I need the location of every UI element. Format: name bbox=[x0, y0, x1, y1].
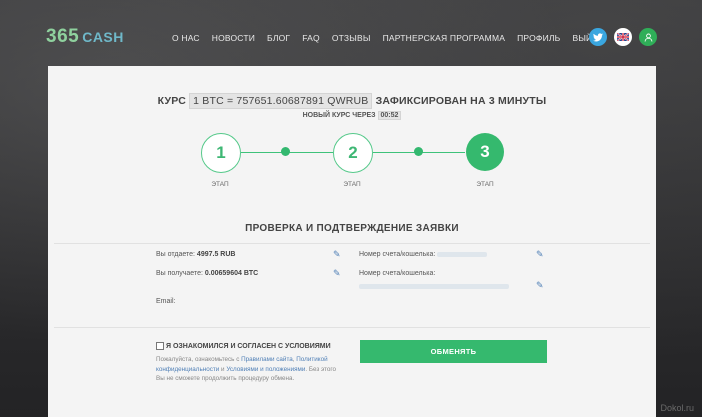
give-amount: Вы отдаете: 4997.5 RUB bbox=[156, 251, 235, 258]
note-text-1: Пожалуйста, ознакомьтесь с bbox=[156, 356, 242, 363]
nav-faq[interactable]: FAQ bbox=[302, 33, 320, 43]
account-1-redacted bbox=[437, 251, 488, 257]
uk-flag-icon[interactable] bbox=[614, 28, 632, 46]
rate-line: КУРС 1 BTC = 757651.60687891 QWRUB ЗАФИК… bbox=[48, 93, 656, 109]
logo[interactable]: 365 CASH bbox=[46, 26, 124, 48]
terms-link[interactable]: Условиями и положениями bbox=[226, 366, 305, 373]
nav-news[interactable]: НОВОСТИ bbox=[212, 33, 255, 43]
watermark: Dokol.ru bbox=[660, 403, 694, 413]
rate-prefix: КУРС bbox=[157, 95, 186, 107]
divider-bottom bbox=[54, 327, 650, 328]
email-label: Email: bbox=[156, 298, 176, 305]
step-dot-1 bbox=[281, 147, 290, 156]
give-label: Вы отдаете: bbox=[156, 251, 195, 258]
nav-reviews[interactable]: ОТЗЫВЫ bbox=[332, 33, 371, 43]
rate-timer: 00:52 bbox=[377, 111, 402, 120]
account-2-label: Номер счета/кошелька: bbox=[359, 270, 436, 277]
agree-checkbox[interactable] bbox=[156, 342, 164, 350]
email-row: Email: bbox=[156, 298, 175, 305]
new-rate-label: НОВЫЙ КУРС ЧЕРЕЗ bbox=[302, 112, 376, 119]
nav-partner-program[interactable]: ПАРТНЕРСКАЯ ПРОГРАММА bbox=[383, 33, 506, 43]
step-3-label: ЭТАП bbox=[476, 181, 494, 188]
give-value: 4997.5 RUB bbox=[196, 251, 236, 258]
new-rate-countdown: НОВЫЙ КУРС ЧЕРЕЗ 00:52 bbox=[48, 111, 656, 120]
agree-row[interactable]: Я ОЗНАКОМИЛСЯ И СОГЛАСЕН С УСЛОВИЯМИ bbox=[156, 342, 331, 350]
edit-give-pencil-icon[interactable]: ✎ bbox=[333, 249, 341, 260]
step-1-label: ЭТАП bbox=[211, 181, 229, 188]
main-nav: О НАС НОВОСТИ БЛОГ FAQ ОТЗЫВЫ ПАРТНЕРСКА… bbox=[172, 33, 616, 43]
receive-label: Вы получаете: bbox=[156, 270, 203, 277]
twitter-icon[interactable] bbox=[589, 28, 607, 46]
nav-profile[interactable]: ПРОФИЛЬ bbox=[517, 33, 560, 43]
agree-label: Я ОЗНАКОМИЛСЯ И СОГЛАСЕН С УСЛОВИЯМИ bbox=[166, 342, 331, 350]
rate-suffix: ЗАФИКСИРОВАН НА 3 МИНУТЫ bbox=[375, 95, 547, 107]
account-2-value-row bbox=[359, 283, 509, 290]
account-2-row: Номер счета/кошелька: bbox=[359, 270, 435, 277]
step-dot-2 bbox=[414, 147, 423, 156]
nav-about[interactable]: О НАС bbox=[172, 33, 200, 43]
logo-text: CASH bbox=[82, 29, 124, 45]
step-1-circle: 1 bbox=[201, 133, 241, 173]
site-rules-link[interactable]: Правилами сайта bbox=[241, 356, 293, 363]
exchange-submit-button[interactable]: ОБМЕНЯТЬ bbox=[360, 340, 547, 363]
user-icon[interactable] bbox=[639, 28, 657, 46]
receive-value: 0.00659604 BTC bbox=[204, 270, 259, 277]
divider-top bbox=[54, 243, 650, 244]
account-1-label: Номер счета/кошелька: bbox=[359, 251, 436, 258]
edit-account-1-pencil-icon[interactable]: ✎ bbox=[536, 249, 544, 260]
step-3-circle: 3 bbox=[466, 133, 504, 171]
section-title: ПРОВЕРКА И ПОДТВЕРЖДЕНИЕ ЗАЯВКИ bbox=[245, 223, 459, 234]
edit-receive-pencil-icon[interactable]: ✎ bbox=[333, 268, 341, 279]
nav-blog[interactable]: БЛОГ bbox=[267, 33, 290, 43]
agreement-note: Пожалуйста, ознакомьтесь с Правилами сай… bbox=[156, 355, 346, 384]
edit-account-2-pencil-icon[interactable]: ✎ bbox=[536, 280, 544, 291]
exchange-card: КУРС 1 BTC = 757651.60687891 QWRUB ЗАФИК… bbox=[48, 66, 656, 417]
step-2-circle: 2 bbox=[333, 133, 373, 173]
receive-amount: Вы получаете: 0.00659604 BTC bbox=[156, 270, 258, 277]
step-2-label: ЭТАП bbox=[343, 181, 361, 188]
logo-number: 365 bbox=[46, 26, 80, 47]
account-2-redacted bbox=[359, 283, 509, 289]
account-1-row: Номер счета/кошелька: bbox=[359, 251, 488, 258]
rate-value: 1 BTC = 757651.60687891 QWRUB bbox=[189, 93, 373, 109]
